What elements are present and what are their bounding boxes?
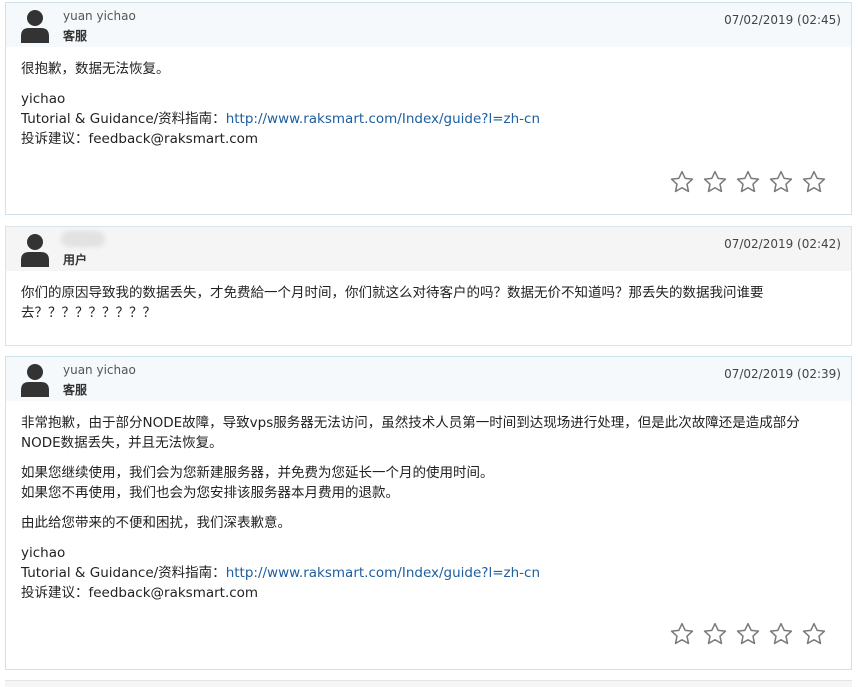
reply-paragraph: 非常抱歉，由于部分NODE故障，导致vps服务器无法访问，虽然技术人员第一时间到… — [21, 415, 800, 451]
reply-header: yuan yichao 客服 07/02/2019 (02:39) — [6, 357, 851, 401]
signature: yichao Tutorial & Guidance/资料指南：http://w… — [21, 89, 836, 149]
signature-name: yichao — [21, 545, 66, 561]
user-avatar-icon — [21, 10, 49, 43]
star-icon[interactable] — [768, 621, 794, 647]
star-icon[interactable] — [669, 169, 695, 195]
author-name: yuan yichao — [63, 363, 136, 377]
rating-stars — [669, 621, 827, 647]
author-name-redacted — [61, 231, 105, 247]
star-icon[interactable] — [768, 169, 794, 195]
reply-date: 07/02/2019 (02:45) — [724, 13, 841, 27]
star-icon[interactable] — [702, 621, 728, 647]
rating-stars — [669, 169, 827, 195]
reply-date: 07/02/2019 (02:42) — [724, 237, 841, 251]
signature-name: yichao — [21, 91, 66, 107]
user-avatar-icon — [21, 234, 49, 267]
star-icon[interactable] — [735, 621, 761, 647]
star-icon[interactable] — [801, 621, 827, 647]
guide-label: Tutorial & Guidance/资料指南： — [21, 565, 226, 581]
star-icon[interactable] — [735, 169, 761, 195]
reply-body: 你们的原因导致我的数据丢失，才免费給一个月时间，你们就这么对待客户的吗？数据无价… — [6, 271, 851, 323]
star-icon[interactable] — [702, 169, 728, 195]
author-name: yuan yichao — [63, 9, 136, 23]
star-icon[interactable] — [669, 621, 695, 647]
signature: yichao Tutorial & Guidance/资料指南：http://w… — [21, 543, 836, 603]
author-role: 客服 — [63, 29, 88, 43]
star-icon[interactable] — [801, 169, 827, 195]
reply-paragraph: 如果您继续使用，我们会为您新建服务器，并免费为您延长一个月的使用时间。 如果您不… — [21, 465, 494, 501]
user-avatar-icon — [21, 364, 49, 397]
reply-header: 用户 07/02/2019 (02:42) — [6, 227, 851, 271]
reply-paragraph: 很抱歉，数据无法恢复。 — [21, 61, 170, 77]
author-role: 客服 — [63, 383, 88, 397]
reply-paragraph: 由此给您带来的不便和困扰，我们深表歉意。 — [21, 515, 291, 531]
guide-label: Tutorial & Guidance/资料指南： — [21, 111, 226, 127]
feedback-line: 投诉建议：feedback@raksmart.com — [21, 131, 259, 147]
guide-link[interactable]: http://www.raksmart.com/Index/guide?l=zh… — [226, 565, 540, 581]
reply-body: 很抱歉，数据无法恢复。 yichao Tutorial & Guidance/资… — [6, 47, 851, 149]
reply-body: 非常抱歉，由于部分NODE故障，导致vps服务器无法访问，虽然技术人员第一时间到… — [6, 401, 851, 603]
ticket-reply-client: 用户 07/02/2019 (02:42) 你们的原因导致我的数据丢失，才免费給… — [5, 226, 852, 346]
author-role: 用户 — [63, 253, 88, 267]
reply-header: yuan yichao 客服 07/02/2019 (02:45) — [6, 3, 851, 47]
ticket-reply-staff: yuan yichao 客服 07/02/2019 (02:45) 很抱歉，数据… — [5, 2, 852, 215]
reply-date: 07/02/2019 (02:39) — [724, 367, 841, 381]
reply-paragraph: 你们的原因导致我的数据丢失，才免费給一个月时间，你们就这么对待客户的吗？数据无价… — [21, 285, 764, 321]
feedback-line: 投诉建议：feedback@raksmart.com — [21, 585, 259, 601]
guide-link[interactable]: http://www.raksmart.com/Index/guide?l=zh… — [226, 111, 540, 127]
ticket-reply-staff: yuan yichao 客服 07/02/2019 (02:39) 非常抱歉，由… — [5, 356, 852, 670]
